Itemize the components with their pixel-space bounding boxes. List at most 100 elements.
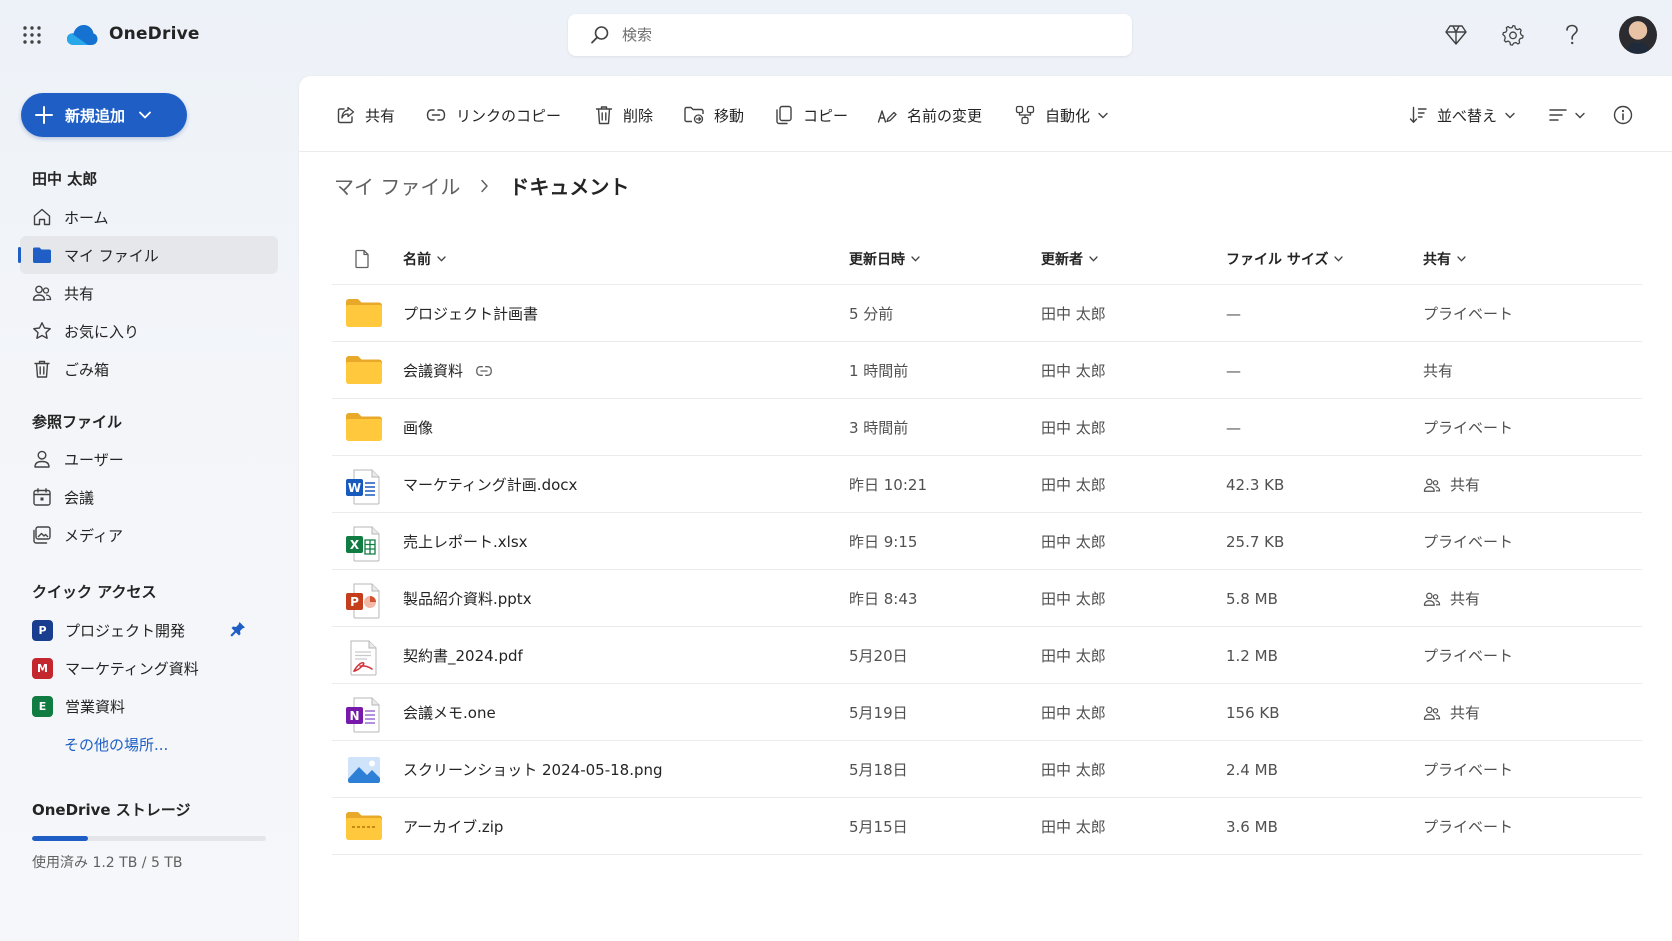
modified-cell: 5 分前 — [849, 305, 894, 323]
help-icon[interactable] — [1559, 22, 1585, 48]
modified-by-cell: 田中 太郎 — [1041, 476, 1106, 494]
new-add-label: 新規追加 — [65, 106, 126, 125]
file-name[interactable]: 製品紹介資料.pptx — [403, 588, 532, 609]
sidebar-item-label: メディア — [64, 526, 123, 545]
sidebar-item-meetings[interactable]: 会議 — [20, 478, 278, 516]
sidebar-item-my-files[interactable]: マイ ファイル — [18, 236, 278, 274]
delete-label: 削除 — [623, 106, 654, 125]
file-name[interactable]: 売上レポート.xlsx — [403, 531, 528, 552]
sidebar-item-recycle-bin[interactable]: ごみ箱 — [20, 350, 278, 388]
excel-workbook-icon: X — [345, 526, 383, 562]
column-header-label: 名前 — [403, 252, 431, 268]
sharing-status: 共有 — [1450, 590, 1481, 608]
breadcrumb-current: ドキュメント — [509, 175, 630, 199]
sidebar-item-favorites[interactable]: お気に入り — [20, 312, 278, 350]
column-header-label: 更新者 — [1041, 252, 1083, 268]
table-row[interactable]: プロジェクト計画書 5 分前 田中 太郎 — プライベート — [332, 285, 1642, 342]
svg-text:X: X — [350, 538, 360, 552]
pin-icon[interactable] — [230, 621, 246, 637]
sidebar-item-home[interactable]: ホーム — [20, 198, 278, 236]
star-icon — [32, 321, 52, 341]
modified-by-cell: 田中 太郎 — [1041, 590, 1106, 608]
column-header-sharing[interactable]: 共有 — [1423, 248, 1466, 270]
column-header-file-size[interactable]: ファイル サイズ — [1226, 248, 1344, 270]
sidebar-item-label: マイ ファイル — [64, 246, 159, 265]
file-name[interactable]: プロジェクト計画書 — [403, 303, 538, 324]
file-name[interactable]: アーカイブ.zip — [403, 816, 503, 837]
sharing-status: プライベート — [1423, 818, 1514, 836]
sharing-status: 共有 — [1450, 476, 1481, 494]
file-name[interactable]: マーケティング計画.docx — [403, 474, 577, 495]
move-button[interactable]: 移動 — [684, 102, 744, 128]
details-pane-button[interactable] — [1613, 102, 1633, 128]
table-row[interactable]: W マーケティング計画.docx 昨日 10:21 田中 太郎 42.3 KB 共有 — [332, 456, 1642, 513]
table-row[interactable]: N 会議メモ.one 5月19日 田中 太郎 156 KB 共有 — [332, 684, 1642, 741]
file-name[interactable]: 画像 — [403, 417, 433, 438]
move-label: 移動 — [714, 106, 745, 125]
word-document-icon: W — [345, 469, 383, 505]
modified-by-cell: 田中 太郎 — [1041, 305, 1106, 323]
table-row[interactable]: 契約書_2024.pdf 5月20日 田中 太郎 1.2 MB プライベート — [332, 627, 1642, 684]
quick-access-marketing[interactable]: M マーケティング資料 — [20, 649, 278, 687]
sidebar-item-media[interactable]: メディア — [20, 516, 278, 554]
sidebar-item-shared[interactable]: 共有 — [20, 274, 278, 312]
file-size-cell: 2.4 MB — [1226, 760, 1278, 779]
settings-gear-icon[interactable] — [1500, 22, 1526, 48]
delete-button[interactable]: 削除 — [595, 102, 653, 128]
rename-button[interactable]: 名前の変更 — [877, 102, 982, 128]
file-name[interactable]: 会議資料 — [403, 360, 463, 381]
table-row[interactable]: X 売上レポート.xlsx 昨日 9:15 田中 太郎 25.7 KB プライベート — [332, 513, 1642, 570]
chevron-down-icon — [1098, 112, 1108, 119]
file-name-cell: スクリーンショット 2024-05-18.png — [403, 741, 663, 798]
table-row[interactable]: アーカイブ.zip 5月15日 田中 太郎 3.6 MB プライベート — [332, 798, 1642, 855]
search-box[interactable] — [568, 14, 1132, 56]
share-button[interactable]: 共有 — [337, 102, 395, 128]
app-launcher-icon[interactable] — [22, 25, 42, 45]
table-row[interactable]: 会議資料 1 時間前 田中 太郎 — 共有 — [332, 342, 1642, 399]
breadcrumb: マイ ファイル ドキュメント — [334, 171, 629, 200]
file-type-column-header[interactable] — [354, 248, 370, 270]
more-places-link[interactable]: その他の場所... — [64, 734, 168, 755]
table-row[interactable]: P 製品紹介資料.pptx 昨日 8:43 田中 太郎 5.8 MB 共有 — [332, 570, 1642, 627]
command-bar: 共有 リンクのコピー 削除 移動 コピー 名前の変更 自動化 並べ替え — [299, 76, 1672, 152]
list-view-icon — [1549, 108, 1567, 122]
sort-icon — [1409, 106, 1427, 124]
move-folder-icon — [684, 106, 704, 124]
column-header-name[interactable]: 名前 — [403, 248, 446, 270]
view-options-button[interactable] — [1549, 102, 1585, 128]
file-size-cell: 5.8 MB — [1226, 589, 1278, 608]
file-name-cell: 会議メモ.one — [403, 684, 496, 741]
file-name[interactable]: 契約書_2024.pdf — [403, 645, 523, 666]
sort-button[interactable]: 並べ替え — [1409, 102, 1515, 128]
share-icon — [337, 106, 355, 124]
pdf-document-icon — [345, 640, 383, 676]
sharing-status: プライベート — [1423, 305, 1514, 323]
file-name[interactable]: スクリーンショット 2024-05-18.png — [403, 759, 663, 780]
site-badge: P — [32, 619, 53, 641]
automate-button[interactable]: 自動化 — [1015, 102, 1108, 128]
copy-link-button[interactable]: リンクのコピー — [426, 102, 561, 128]
sidebar-item-label: 共有 — [64, 284, 95, 303]
people-icon — [1423, 477, 1441, 493]
people-icon — [32, 283, 52, 303]
breadcrumb-my-files[interactable]: マイ ファイル — [334, 171, 460, 200]
rename-icon — [877, 105, 897, 125]
search-input[interactable] — [622, 26, 1102, 44]
quick-access-project-dev[interactable]: P プロジェクト開発 — [20, 611, 278, 649]
table-row[interactable]: 画像 3 時間前 田中 太郎 — プライベート — [332, 399, 1642, 456]
column-header-modified[interactable]: 更新日時 — [849, 248, 920, 270]
quick-access-label: プロジェクト開発 — [65, 621, 186, 640]
file-size-cell: 156 KB — [1226, 703, 1280, 722]
user-avatar[interactable] — [1619, 16, 1657, 54]
file-name-cell: 製品紹介資料.pptx — [403, 570, 532, 627]
copy-button[interactable]: コピー — [775, 102, 848, 128]
sharing-cell: プライベート — [1423, 798, 1513, 855]
column-header-modified-by[interactable]: 更新者 — [1041, 248, 1098, 270]
sidebar-item-people[interactable]: ユーザー — [20, 440, 278, 478]
browse-files-heading: 参照ファイル — [32, 413, 123, 431]
premium-diamond-icon[interactable] — [1443, 22, 1469, 48]
table-row[interactable]: スクリーンショット 2024-05-18.png 5月18日 田中 太郎 2.4 MB… — [332, 741, 1642, 798]
file-name[interactable]: 会議メモ.one — [403, 702, 496, 723]
new-add-button[interactable]: 新規追加 — [21, 93, 187, 137]
quick-access-sales[interactable]: E 営業資料 — [20, 687, 278, 725]
